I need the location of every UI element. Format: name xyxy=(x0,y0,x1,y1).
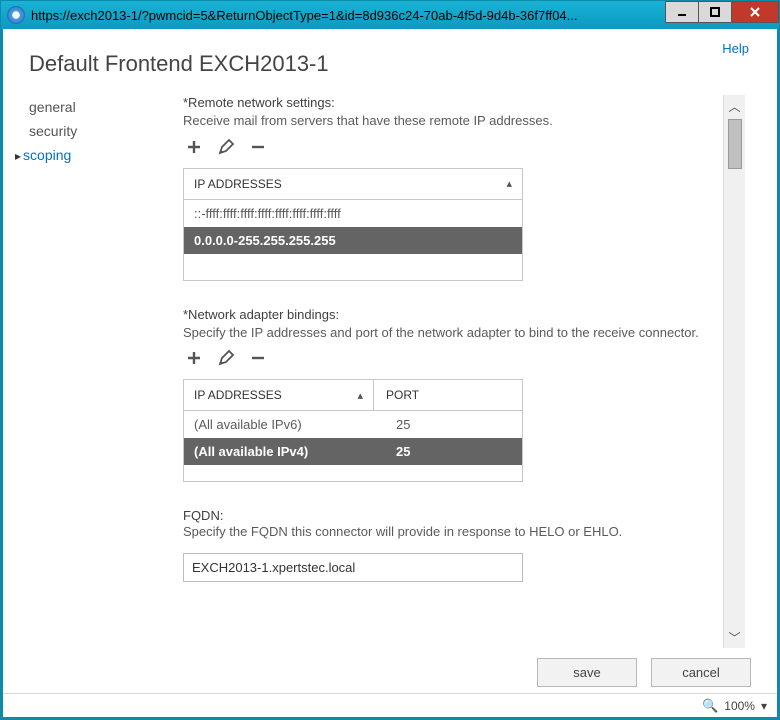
scroll-up-icon[interactable]: ︿ xyxy=(724,95,745,117)
table-header: IP ADDRESSES xyxy=(184,169,522,200)
minus-icon xyxy=(249,138,267,156)
bindings-toolbar xyxy=(183,347,713,369)
close-button[interactable] xyxy=(731,1,779,23)
sidenav-item-general[interactable]: general xyxy=(29,95,183,119)
zoom-icon[interactable]: 🔍 xyxy=(702,698,718,714)
minimize-button[interactable] xyxy=(665,1,699,23)
scroll-thumb[interactable] xyxy=(728,119,742,169)
table-row[interactable]: (All available IPv6)25 xyxy=(184,411,522,438)
status-bar: 🔍 100% ▾ xyxy=(3,693,777,717)
bindings-label: *Network adapter bindings: xyxy=(183,307,713,322)
cell-ip: (All available IPv6) xyxy=(194,417,384,432)
remote-desc: Receive mail from servers that have thes… xyxy=(183,112,713,130)
column-ip[interactable]: IP ADDRESSES xyxy=(184,169,522,199)
cell-ip: (All available IPv4) xyxy=(194,444,384,459)
bindings-table: IP ADDRESSES PORT (All available IPv6)25… xyxy=(183,379,523,482)
table-header: IP ADDRESSES PORT xyxy=(184,380,522,411)
scrollbar[interactable]: ︿ ﹀ xyxy=(723,95,745,648)
titlebar: https://exch2013-1/?pwmcid=5&ReturnObjec… xyxy=(1,1,779,29)
zoom-level: 100% xyxy=(724,699,755,713)
minus-icon xyxy=(249,349,267,367)
window-buttons xyxy=(666,1,779,29)
pencil-icon xyxy=(217,138,235,156)
fqdn-input[interactable] xyxy=(183,553,523,582)
remote-label: *Remote network settings: xyxy=(183,95,713,110)
cell-port: 25 xyxy=(384,417,512,432)
pencil-icon xyxy=(217,349,235,367)
ie-icon xyxy=(7,6,25,24)
client-area: Help Default Frontend EXCH2013-1 general… xyxy=(1,29,779,719)
fqdn-label: FQDN: xyxy=(183,508,713,523)
table-body: (All available IPv6)25(All available IPv… xyxy=(184,411,522,481)
page-title: Default Frontend EXCH2013-1 xyxy=(29,51,777,77)
cancel-button[interactable]: cancel xyxy=(651,658,751,687)
table-row[interactable]: 0.0.0.0-255.255.255.255 xyxy=(184,227,522,254)
dialog-footer: save cancel xyxy=(3,648,777,693)
table-row[interactable]: ::-ffff:ffff:ffff:ffff:ffff:ffff:ffff:ff… xyxy=(184,200,522,227)
remove-button[interactable] xyxy=(247,136,269,158)
cell-ip: ::-ffff:ffff:ffff:ffff:ffff:ffff:ffff:ff… xyxy=(194,206,512,221)
sidenav: generalsecurityscoping xyxy=(3,95,183,648)
table-body: ::-ffff:ffff:ffff:ffff:ffff:ffff:ffff:ff… xyxy=(184,200,522,280)
bindings-desc: Specify the IP addresses and port of the… xyxy=(183,324,713,342)
sidenav-item-scoping[interactable]: scoping xyxy=(29,143,183,167)
body: generalsecurityscoping *Remote network s… xyxy=(3,95,777,648)
edit-button[interactable] xyxy=(215,136,237,158)
remove-button[interactable] xyxy=(247,347,269,369)
content-wrap: *Remote network settings: Receive mail f… xyxy=(183,95,777,648)
maximize-icon xyxy=(709,6,721,18)
sidenav-item-security[interactable]: security xyxy=(29,119,183,143)
column-ip[interactable]: IP ADDRESSES xyxy=(184,380,374,410)
help-link[interactable]: Help xyxy=(722,41,749,56)
add-button[interactable] xyxy=(183,347,205,369)
close-icon xyxy=(748,5,762,19)
add-button[interactable] xyxy=(183,136,205,158)
remote-ip-table: IP ADDRESSES ::-ffff:ffff:ffff:ffff:ffff… xyxy=(183,168,523,281)
column-port[interactable]: PORT xyxy=(374,380,522,410)
zoom-dropdown-icon[interactable]: ▾ xyxy=(761,699,767,713)
edit-button[interactable] xyxy=(215,347,237,369)
remote-toolbar xyxy=(183,136,713,158)
minimize-icon xyxy=(676,6,688,18)
maximize-button[interactable] xyxy=(698,1,732,23)
table-row[interactable]: (All available IPv4)25 xyxy=(184,438,522,465)
fqdn-desc: Specify the FQDN this connector will pro… xyxy=(183,523,713,541)
save-button[interactable]: save xyxy=(537,658,637,687)
plus-icon xyxy=(185,349,203,367)
address-url: https://exch2013-1/?pwmcid=5&ReturnObjec… xyxy=(31,8,666,23)
content: *Remote network settings: Receive mail f… xyxy=(183,95,723,648)
scroll-down-icon[interactable]: ﹀ xyxy=(724,626,745,648)
cell-port: 25 xyxy=(384,444,512,459)
window-frame: https://exch2013-1/?pwmcid=5&ReturnObjec… xyxy=(0,0,780,720)
plus-icon xyxy=(185,138,203,156)
cell-ip: 0.0.0.0-255.255.255.255 xyxy=(194,233,512,248)
